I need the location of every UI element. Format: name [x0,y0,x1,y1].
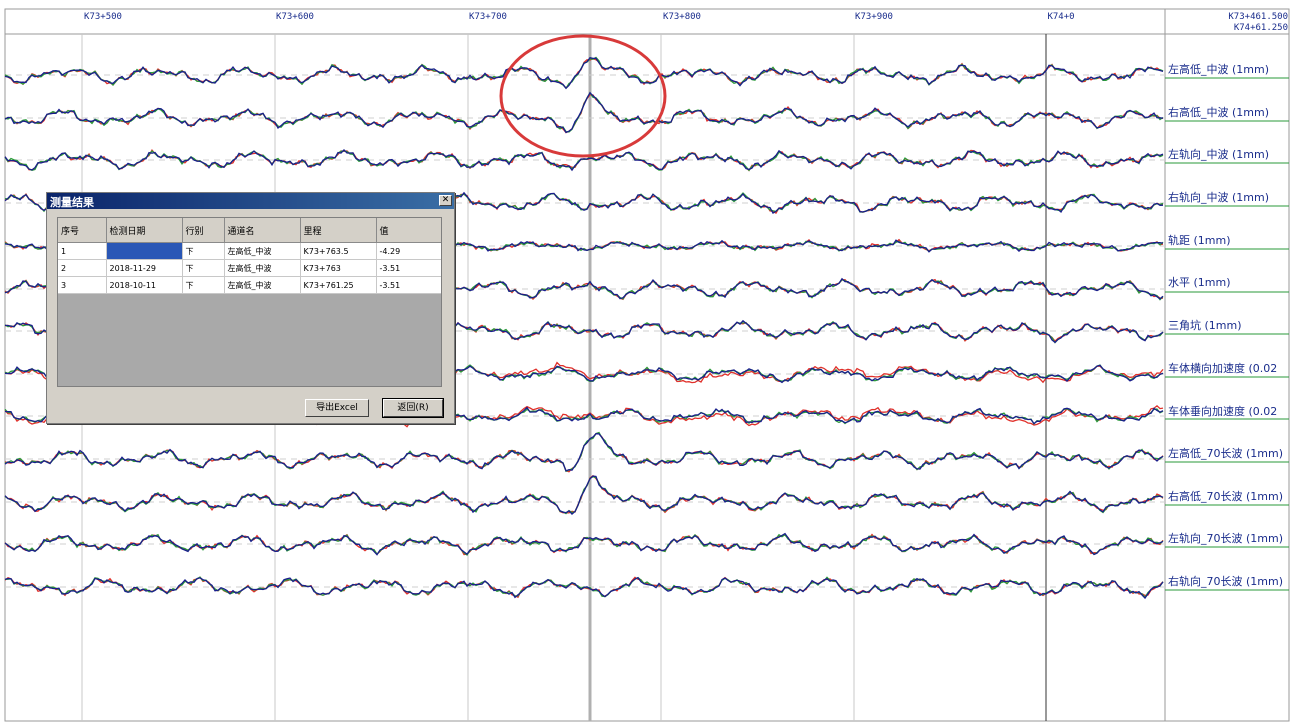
channel-trace [4,91,1164,134]
channel-trace [4,91,1164,133]
column-header[interactable]: 行别 [182,218,225,243]
channel-label[interactable]: 右轨向_70长波 (1mm) [1168,573,1283,589]
channel-trace [4,474,1164,514]
channel-label[interactable]: 轨距 (1mm) [1168,232,1231,248]
mileage-mark: K73+500 [84,12,122,22]
mileage-mark: K74+0 [1047,12,1075,22]
column-header[interactable]: 里程 [300,218,377,243]
cell-direction: 下 [182,259,225,277]
cell-date: 2018-11-29 [106,259,183,277]
return-button[interactable]: 返回(R) [382,398,444,418]
channel-trace [4,475,1164,516]
cell-channel: 左高低_中波 [224,242,301,260]
mileage-mark: K73+700 [469,12,507,22]
track-inspection-viewer: K73+500 K73+600 K73+700 K73+800 K73+900 … [0,0,1294,728]
cell-mileage: K73+763 [300,259,377,277]
table-row[interactable]: 3 2018-10-11 下 左高低_中波 K73+761.25 -3.51 [58,276,441,294]
cell-selected[interactable] [106,242,183,260]
channel-label[interactable]: 右高低_中波 (1mm) [1168,104,1269,120]
export-excel-button[interactable]: 导出Excel [305,399,369,417]
mileage-mark: K73+800 [663,12,701,22]
table-row[interactable]: 2 2018-11-29 下 左高低_中波 K73+763 -3.51 [58,259,441,277]
channel-label[interactable]: 车体横向加速度 (0.02 [1168,360,1277,376]
dialog-titlebar[interactable]: 测量结果 ✕ [47,193,454,209]
close-icon[interactable]: ✕ [439,195,452,206]
grid-header-row: 序号 检测日期 行别 通道名 里程 值 [58,218,441,243]
channel-label[interactable]: 左轨向_中波 (1mm) [1168,146,1269,162]
channel-label[interactable]: 车体垂向加速度 (0.02 [1168,403,1277,419]
mileage-mark: K73+600 [276,12,314,22]
cell-channel: 左高低_中波 [224,259,301,277]
results-grid: 序号 检测日期 行别 通道名 里程 值 1 下 左高低_中波 K73+763.5… [57,217,442,387]
row-index: 1 [58,242,107,260]
cell-channel: 左高低_中波 [224,276,301,294]
channel-trace [4,431,1164,473]
row-index: 2 [58,259,107,277]
cell-direction: 下 [182,276,225,294]
cell-direction: 下 [182,242,225,260]
cell-value: -4.29 [376,242,441,260]
channel-trace [4,94,1164,134]
cell-mileage: K73+761.25 [300,276,377,294]
anomaly-highlight-circle [499,34,667,158]
dialog-title: 测量结果 [50,196,94,209]
range-end: K74+61.250 [1233,23,1288,33]
range-start: K73+461.500 [1228,12,1288,22]
column-header[interactable]: 序号 [58,218,107,243]
channel-trace [4,432,1164,473]
cell-value: -3.51 [376,259,441,277]
row-index: 3 [58,276,107,294]
channel-label[interactable]: 三角坑 (1mm) [1168,317,1242,333]
channel-trace [4,475,1164,515]
cell-mileage: K73+763.5 [300,242,377,260]
cell-value: -3.51 [376,276,441,294]
column-header[interactable]: 检测日期 [106,218,183,243]
cell-date: 2018-10-11 [106,276,183,294]
mileage-mark: K73+900 [855,12,893,22]
channel-label[interactable]: 左轨向_70长波 (1mm) [1168,530,1283,546]
channel-label[interactable]: 左高低_中波 (1mm) [1168,61,1269,77]
column-header[interactable]: 通道名 [224,218,301,243]
channel-label[interactable]: 水平 (1mm) [1168,274,1231,290]
channel-label[interactable]: 右轨向_中波 (1mm) [1168,189,1269,205]
column-header[interactable]: 值 [376,218,441,243]
table-row[interactable]: 1 下 左高低_中波 K73+763.5 -4.29 [58,242,441,260]
channel-label[interactable]: 左高低_70长波 (1mm) [1168,445,1283,461]
channel-label[interactable]: 右高低_70长波 (1mm) [1168,488,1283,504]
measurement-results-dialog: 测量结果 ✕ 序号 检测日期 行别 通道名 里程 值 1 下 左高低_中波 K7… [46,192,455,424]
